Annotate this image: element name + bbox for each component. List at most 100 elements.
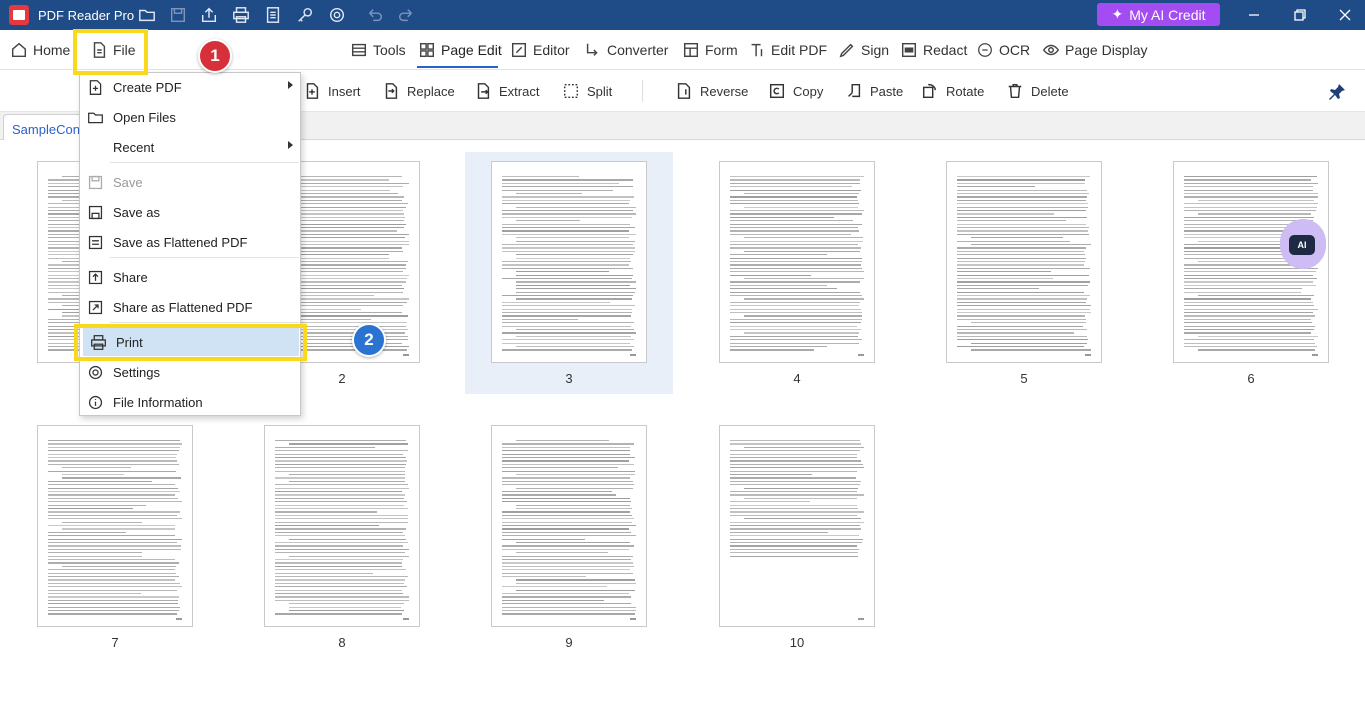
text-line — [275, 572, 373, 574]
text-line — [289, 606, 401, 608]
pin-icon[interactable] — [1327, 82, 1347, 102]
menu-item-recent[interactable]: Recent — [80, 133, 300, 161]
editor-tab[interactable]: Editor — [510, 40, 570, 60]
menu-item-share[interactable]: Share — [80, 263, 300, 291]
copy-button[interactable]: Copy — [768, 81, 823, 101]
ocr-label: OCR — [999, 42, 1031, 58]
text-line — [516, 298, 632, 300]
page-thumbnail[interactable] — [491, 425, 647, 627]
page-thumbnail[interactable] — [719, 425, 875, 627]
paste-icon — [848, 83, 861, 98]
replace-label: Replace — [407, 83, 455, 99]
text-line — [275, 491, 402, 493]
menu-item-open-files[interactable]: Open Files — [80, 103, 300, 131]
replace-button[interactable]: Replace — [382, 81, 455, 101]
delete-button[interactable]: Delete — [1006, 81, 1069, 101]
text-line — [1184, 203, 1318, 205]
text-line — [1184, 325, 1315, 327]
minimize-icon[interactable] — [1244, 5, 1264, 25]
text-line — [502, 443, 634, 445]
text-line — [1184, 284, 1316, 286]
sign-tab[interactable]: Sign — [838, 40, 889, 60]
text-line — [957, 233, 1089, 235]
share-icon[interactable] — [199, 5, 219, 25]
key-icon[interactable] — [295, 5, 315, 25]
menu-item-create-pdf[interactable]: Create PDF — [80, 73, 300, 101]
text-line — [730, 186, 852, 188]
page-thumbnail[interactable] — [37, 425, 193, 627]
close-icon[interactable] — [1335, 5, 1355, 25]
settings-icon[interactable] — [327, 5, 347, 25]
text-line — [516, 579, 635, 581]
ai-credit-button[interactable]: ✦ My AI Credit — [1097, 3, 1220, 26]
text-line — [730, 538, 863, 540]
rotate-button[interactable]: Rotate — [921, 81, 984, 101]
open-folder-icon[interactable] — [137, 5, 157, 25]
extract-button[interactable]: Extract — [474, 81, 539, 101]
page-thumbnail[interactable] — [946, 161, 1102, 363]
text-line — [744, 497, 857, 499]
text-line — [275, 582, 404, 584]
text-line — [275, 579, 405, 581]
text-line — [275, 511, 377, 513]
converter-tab[interactable]: Converter — [584, 40, 668, 60]
text-line — [730, 240, 863, 242]
page-thumbnail[interactable] — [491, 161, 647, 363]
page-edit-tab[interactable]: Page Edit — [418, 40, 502, 60]
redo-icon[interactable] — [396, 5, 416, 25]
save-icon[interactable] — [168, 5, 188, 25]
text-line — [502, 521, 632, 523]
ai-credit-label: My AI Credit — [1129, 6, 1206, 23]
text-line — [1198, 335, 1318, 337]
text-line — [502, 603, 631, 605]
text-line — [275, 528, 406, 530]
text-line — [48, 494, 175, 496]
menu-item-share-as-flattened-pdf[interactable]: Share as Flattened PDF — [80, 293, 300, 321]
text-line — [275, 569, 406, 571]
redact-tab[interactable]: Redact — [900, 40, 967, 60]
edit-pdf-tab[interactable]: Edit PDF — [748, 40, 827, 60]
form-icon — [683, 42, 699, 58]
menu-item-save-as[interactable]: Save as — [80, 198, 300, 226]
insert-button[interactable]: Insert — [303, 81, 361, 101]
text-line — [502, 562, 633, 564]
text-line — [48, 589, 177, 591]
page-thumbnail[interactable] — [719, 161, 875, 363]
text-line — [502, 569, 630, 571]
text-line — [1184, 186, 1313, 188]
restore-icon[interactable] — [1290, 5, 1310, 25]
text-line — [730, 511, 864, 513]
text-line — [502, 531, 631, 533]
text-line — [48, 511, 180, 513]
home-button[interactable]: Home — [10, 40, 70, 60]
text-line — [48, 562, 179, 564]
text-line — [48, 514, 177, 516]
page-display-tab[interactable]: Page Display — [1042, 40, 1148, 60]
menu-item-save-as-flattened-pdf[interactable]: Save as Flattened PDF — [80, 228, 300, 256]
split-button[interactable]: Split — [562, 81, 612, 101]
page-thumbnail[interactable] — [264, 425, 420, 627]
text-line — [275, 453, 403, 455]
menu-item-settings[interactable]: Settings — [80, 358, 300, 386]
text-line — [730, 542, 862, 544]
menu-item-file-information[interactable]: File Information — [80, 388, 300, 416]
tools-tab[interactable]: Tools — [350, 40, 406, 60]
text-line — [275, 525, 379, 527]
eye-icon — [1042, 44, 1060, 56]
text-line — [957, 257, 1086, 259]
ocr-tab[interactable]: OCR — [976, 40, 1030, 60]
ai-assistant-button[interactable]: AI — [1280, 219, 1326, 269]
reverse-button[interactable]: Reverse — [675, 81, 748, 101]
page-number: 3 — [565, 371, 573, 386]
print-icon[interactable] — [231, 5, 251, 25]
text-line — [957, 176, 1090, 178]
submenu-arrow-icon — [288, 141, 293, 149]
text-line — [516, 487, 633, 489]
text-line — [730, 291, 860, 293]
undo-icon[interactable] — [365, 5, 385, 25]
form-tab[interactable]: Form — [682, 40, 738, 60]
compress-icon[interactable] — [263, 5, 283, 25]
text-line — [275, 484, 408, 486]
paste-button[interactable]: Paste — [845, 81, 903, 101]
document-tab[interactable]: SampleContr — [3, 114, 83, 140]
